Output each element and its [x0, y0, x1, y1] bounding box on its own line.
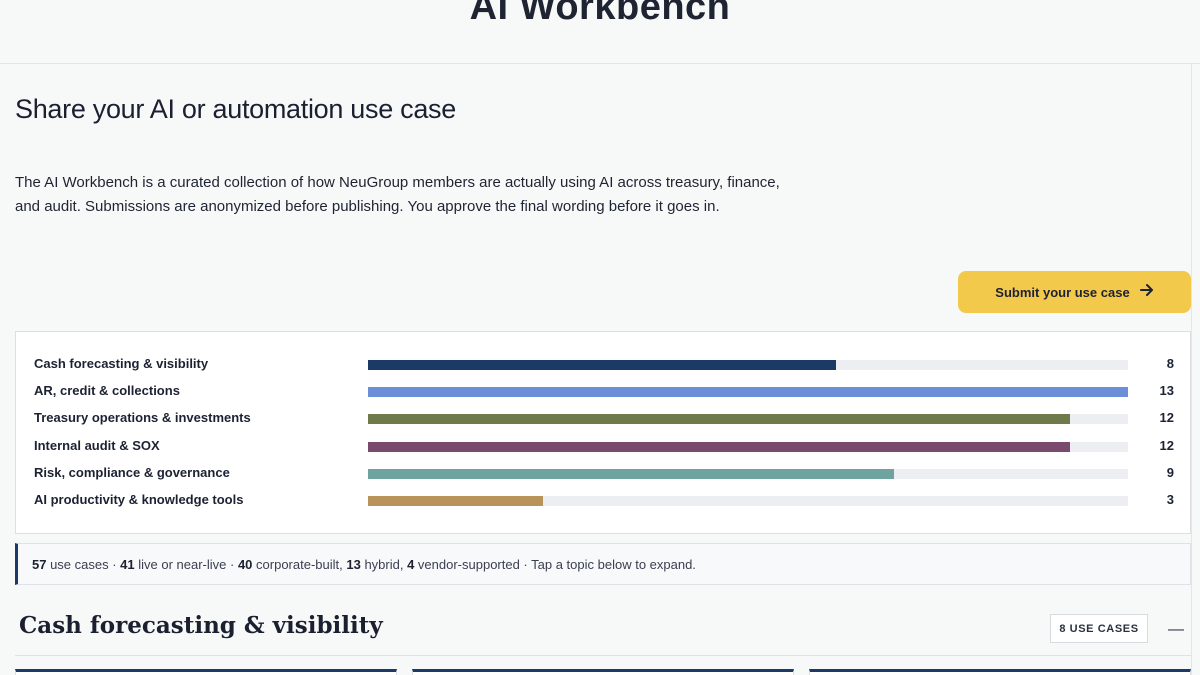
chart-bar-track [368, 360, 1128, 370]
intro-paragraph: The AI Workbench is a curated collection… [15, 174, 780, 215]
chart-value-label: 3 [1166, 492, 1174, 507]
stat-corporate-count: 40 [237, 556, 253, 572]
chart-category-label: Cash forecasting & visibility [34, 356, 209, 371]
chart-category-label: Treasury operations & investments [34, 410, 251, 426]
chart-category-label: Risk, compliance & governance [34, 464, 230, 480]
stat-live-count: 41 [120, 556, 135, 572]
chart-bar [368, 360, 836, 370]
chart-category-label: AR, credit & collections [34, 383, 180, 399]
stats-summary: 57 use cases · 41 live or near-live · 40… [15, 543, 1191, 585]
stat-hybrid-count: 13 [346, 556, 361, 572]
chart-row: Risk, compliance & governance 9 [16, 463, 1192, 483]
chart-category-label: AI productivity & knowledge tools [34, 492, 244, 507]
chart-value-label: 12 [1159, 410, 1174, 426]
use-case-card[interactable] [809, 669, 1191, 675]
chart-row: Internal audit & SOX 12 [16, 436, 1192, 456]
stat-hybrid-label: hybrid, [360, 556, 408, 572]
chart-value-label: 13 [1159, 383, 1174, 399]
chart-bar [368, 468, 895, 479]
use-case-card[interactable] [412, 669, 794, 675]
stat-total-label: use cases · [46, 556, 121, 572]
stat-live-label: live or near-live · [134, 556, 238, 572]
chart-bar-track [368, 468, 1128, 479]
chart-category-label: Internal audit & SOX [34, 437, 160, 453]
chart-row: Cash forecasting & visibility 8 [16, 354, 1192, 374]
stat-corporate-label: corporate-built, [252, 556, 347, 572]
stat-vendor-label: vendor-supported · Tap a topic below to … [414, 556, 696, 572]
site-title: AI Workbench [469, 0, 731, 28]
chart-row: AR, credit & collections 13 [16, 381, 1192, 401]
chart-row: AI productivity & knowledge tools 3 [16, 490, 1192, 510]
use-case-count-badge: 8 USE CASES [1050, 614, 1148, 643]
stat-total-count: 57 [32, 556, 47, 572]
chart-value-label: 8 [1166, 356, 1174, 371]
scrollbar[interactable] [1191, 64, 1200, 675]
chart-value-label: 9 [1166, 464, 1174, 480]
chart-bar-track [368, 496, 1128, 506]
page-heading: Share your AI or automation use case [15, 94, 456, 124]
chart-bar-track [368, 387, 1128, 398]
topic-chart: Cash forecasting & visibility 8 AR, credit… [15, 331, 1191, 534]
arrow-right-icon-svg [1139, 283, 1153, 296]
topic-title[interactable]: Cash forecasting & visibility [19, 612, 383, 639]
submit-use-case-button[interactable]: Submit your use case [958, 271, 1191, 313]
topic-divider [15, 655, 1191, 656]
chart-bar [368, 496, 544, 506]
collapse-icon[interactable]: — [1166, 620, 1186, 640]
chart-value-label: 12 [1159, 437, 1174, 453]
chart-bar-track [368, 414, 1128, 425]
chart-row: Treasury operations & investments 12 [16, 408, 1192, 428]
chart-bar [368, 441, 1070, 452]
use-case-card[interactable] [15, 669, 397, 675]
arrow-right-icon [1139, 283, 1154, 302]
site-header: AI Workbench [0, 0, 1200, 64]
chart-bar [368, 414, 1070, 425]
chart-bar-track [368, 441, 1128, 452]
submit-button-label: Submit your use case [995, 284, 1130, 300]
chart-bar [368, 387, 1128, 398]
